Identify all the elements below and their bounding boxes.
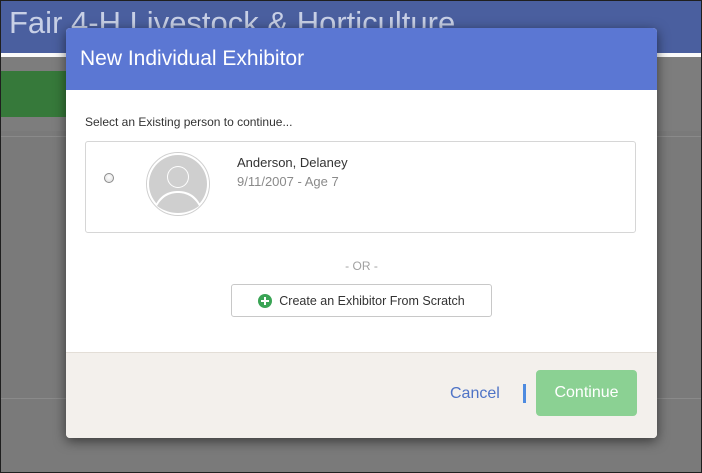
person-name: Anderson, Delaney [237, 155, 348, 170]
plus-circle-icon [258, 293, 273, 308]
select-person-prompt: Select an Existing person to continue... [85, 115, 293, 129]
screen: Fair 4-H Livestock & Horticulture New In… [0, 0, 702, 473]
create-from-scratch-button[interactable]: Create an Exhibitor From Scratch [231, 284, 492, 317]
footer-divider [523, 384, 526, 403]
cancel-button[interactable]: Cancel [450, 385, 500, 403]
modal-body: Select an Existing person to continue...… [66, 90, 657, 352]
person-option-card[interactable]: Anderson, Delaney 9/11/2007 - Age 7 [85, 141, 636, 233]
new-exhibitor-modal: New Individual Exhibitor Select an Exist… [66, 28, 657, 438]
person-radio[interactable] [104, 173, 114, 183]
create-button-label: Create an Exhibitor From Scratch [279, 293, 465, 308]
person-avatar-icon [146, 152, 210, 216]
person-details: 9/11/2007 - Age 7 [237, 174, 339, 189]
continue-button[interactable]: Continue [536, 370, 637, 416]
modal-title: New Individual Exhibitor [66, 28, 657, 90]
modal-footer: Cancel Continue [66, 352, 657, 438]
or-divider: - OR - [345, 259, 378, 273]
